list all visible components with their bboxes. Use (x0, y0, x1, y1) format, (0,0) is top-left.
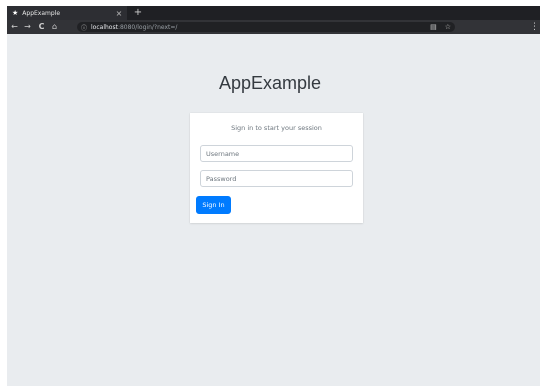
star-icon[interactable]: ☆ (445, 23, 451, 31)
url-path: :8080/login/?next=/ (117, 23, 178, 31)
url-host: localhost (91, 23, 118, 31)
menu-icon[interactable]: ⋮ (530, 20, 539, 34)
login-card: Sign in to start your session Sign In (190, 113, 363, 223)
reload-icon[interactable]: C (36, 20, 47, 34)
back-icon[interactable]: ← (9, 20, 20, 34)
new-tab-button[interactable]: + (132, 6, 144, 20)
forward-icon[interactable]: → (22, 20, 33, 34)
browser-toolbar: ← → C ⌂ ⓘ localhost:8080/login/?next=/ ▤… (7, 20, 540, 34)
sign-in-button[interactable]: Sign In (196, 196, 231, 214)
browser-tab[interactable]: ★ AppExample × (7, 6, 127, 20)
tab-title: AppExample (22, 9, 61, 17)
info-icon[interactable]: ⓘ (81, 23, 87, 32)
password-input[interactable] (200, 170, 353, 187)
home-icon[interactable]: ⌂ (49, 20, 60, 34)
login-message: Sign in to start your session (231, 124, 322, 132)
page-title: AppExample (218, 73, 322, 93)
address-bar[interactable]: ⓘ localhost:8080/login/?next=/ ▤ ☆ (77, 22, 455, 32)
close-tab-icon[interactable]: × (114, 9, 124, 18)
favicon-star-icon: ★ (12, 9, 19, 17)
translate-icon[interactable]: ▤ (430, 23, 437, 31)
tab-bar: ★ AppExample × + (7, 6, 540, 20)
username-input[interactable] (200, 145, 353, 162)
